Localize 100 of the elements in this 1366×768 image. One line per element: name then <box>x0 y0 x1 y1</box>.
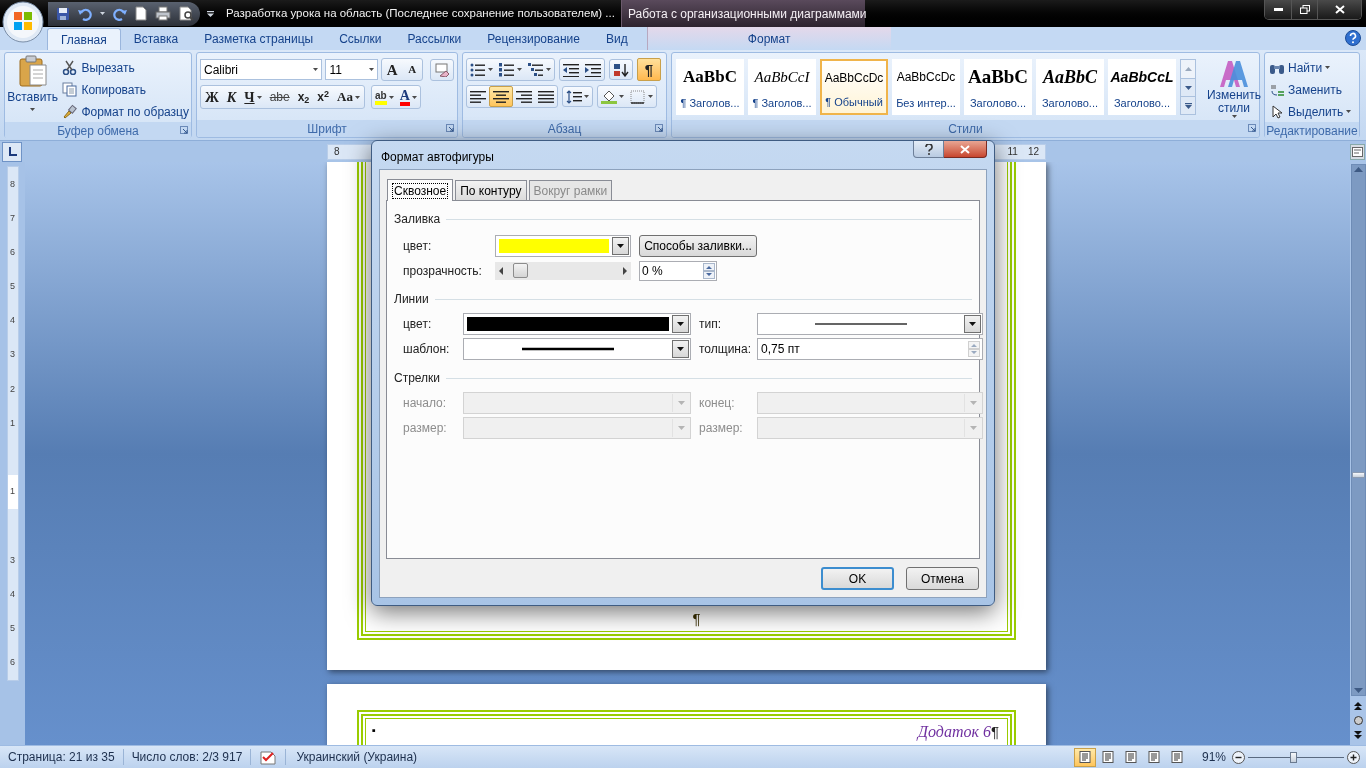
zoom-out-icon[interactable] <box>1232 750 1245 764</box>
editing-button[interactable]: Найти <box>1269 57 1355 78</box>
clipboard-button[interactable]: Формат по образцу <box>60 101 191 122</box>
caret-icon[interactable] <box>584 95 589 98</box>
help-icon[interactable] <box>1345 30 1361 46</box>
dialog-launcher-icon[interactable] <box>655 124 663 132</box>
format-button[interactable]: abe <box>265 86 294 108</box>
gallery-down-button[interactable] <box>1181 78 1195 96</box>
dialog-button[interactable]: OK <box>821 567 894 590</box>
dialog-tab[interactable]: Сквозное <box>387 179 454 201</box>
format-button[interactable]: Aa <box>333 86 364 108</box>
previous-page-icon[interactable] <box>1354 702 1362 710</box>
fill-color-dropdown[interactable] <box>495 235 631 257</box>
caret-icon[interactable] <box>517 68 522 71</box>
ribbon-tab[interactable]: Рецензирование <box>474 28 593 50</box>
ribbon-tab[interactable]: Вид <box>592 28 641 50</box>
show-marks-button[interactable]: ¶ <box>637 58 661 81</box>
align-button[interactable] <box>489 86 513 107</box>
clipboard-button[interactable]: Копировать <box>60 79 191 100</box>
clear-formatting-button[interactable] <box>430 58 454 81</box>
caret-icon[interactable] <box>546 68 551 71</box>
ribbon-tab[interactable]: Разметка страницы <box>191 28 327 50</box>
print-preview-icon[interactable] <box>179 6 194 21</box>
ribbon-tab[interactable]: Ссылки <box>326 28 395 50</box>
view-button[interactable] <box>1073 747 1096 767</box>
caret-icon[interactable] <box>354 95 360 99</box>
zoom-level[interactable]: 91% <box>1201 748 1226 766</box>
format-button[interactable]: x$_{2}$ <box>293 86 314 108</box>
highlight-button[interactable]: ab <box>371 86 397 108</box>
line-weight-field[interactable]: 0,75 пт <box>757 338 983 360</box>
caret-icon[interactable] <box>256 95 262 99</box>
caret-icon[interactable] <box>1231 115 1237 118</box>
caret-icon[interactable] <box>488 68 493 71</box>
line-style-dropdown[interactable] <box>463 338 691 360</box>
style-tile[interactable]: AaBbCcDc ¶ Обычный <box>820 59 888 115</box>
dash-type-dropdown[interactable] <box>757 313 983 335</box>
clipboard-button[interactable]: Вырезать <box>60 57 191 78</box>
print-icon[interactable] <box>155 6 171 21</box>
editing-button[interactable]: Заменить <box>1269 79 1355 100</box>
caret-icon[interactable] <box>30 108 36 111</box>
caret-icon[interactable] <box>1325 66 1331 69</box>
format-button[interactable]: x$^{2}$ <box>313 86 334 108</box>
dialog-button[interactable]: Отмена <box>906 567 979 590</box>
next-page-icon[interactable] <box>1354 731 1362 739</box>
ribbon-tab[interactable]: Вставка <box>120 28 192 50</box>
format-button[interactable]: Ч <box>240 86 266 108</box>
style-tile[interactable]: AaBbC ¶ Заголов... <box>676 59 744 115</box>
help-button[interactable] <box>913 141 944 158</box>
slider-thumb[interactable] <box>1289 751 1297 763</box>
dialog-tab[interactable]: По контуру <box>455 180 527 200</box>
dialog-launcher-icon[interactable] <box>446 124 454 132</box>
caret-icon[interactable] <box>619 95 624 98</box>
paste-button[interactable]: Вставить <box>5 53 61 122</box>
proofing-icon[interactable] <box>259 749 278 765</box>
spinner-icon[interactable] <box>703 263 715 279</box>
minimize-button[interactable] <box>1265 0 1291 19</box>
sort-button[interactable] <box>609 59 633 80</box>
restore-button[interactable] <box>1291 0 1317 19</box>
caret-icon[interactable] <box>411 95 417 99</box>
view-ruler-button[interactable] <box>1350 143 1365 160</box>
dialog-launcher-icon[interactable] <box>1248 124 1256 132</box>
tab-selector-button[interactable] <box>2 141 22 162</box>
undo-icon[interactable] <box>78 6 92 21</box>
slider-thumb[interactable] <box>513 263 529 278</box>
browse-object-icon[interactable] <box>1353 716 1363 725</box>
font-size-field[interactable]: 11 <box>325 59 379 80</box>
line-color-dropdown[interactable] <box>463 313 691 335</box>
close-button[interactable] <box>1317 0 1361 19</box>
vertical-scrollbar[interactable] <box>1350 164 1366 696</box>
font-color-button[interactable]: A <box>396 86 420 108</box>
word-count[interactable]: Число слов: 2/3 917 <box>123 748 251 766</box>
new-document-icon[interactable] <box>135 6 147 21</box>
grow-font-button[interactable]: A <box>382 59 403 80</box>
redo-icon[interactable] <box>113 6 127 21</box>
page-indicator[interactable]: Страница: 21 из 35 <box>0 748 123 766</box>
close-button[interactable] <box>944 141 987 158</box>
ribbon-tab[interactable]: Главная <box>47 28 121 50</box>
style-tile[interactable]: AaBbCcDc Без интер... <box>892 59 960 115</box>
shrink-font-button[interactable]: A <box>402 59 423 80</box>
caret-icon[interactable] <box>369 68 375 71</box>
format-button[interactable]: К <box>222 86 241 108</box>
caret-icon[interactable] <box>388 95 394 99</box>
style-tile[interactable]: AaBbC Заголово... <box>964 59 1032 115</box>
style-tile[interactable]: AaBbCcL Заголово... <box>1108 59 1176 115</box>
caret-icon[interactable] <box>100 12 105 15</box>
office-button-icon[interactable] <box>2 1 44 43</box>
format-button[interactable]: Ж <box>201 86 223 108</box>
ribbon-tab[interactable]: Рассылки <box>394 28 475 50</box>
caret-icon[interactable] <box>313 68 319 71</box>
customize-toolbar-icon[interactable] <box>206 10 214 17</box>
editing-button[interactable]: Выделить <box>1269 101 1355 122</box>
line-spacing-button[interactable] <box>562 86 593 107</box>
font-name-field[interactable]: Calibri <box>200 59 323 80</box>
caret-icon[interactable] <box>1346 110 1352 113</box>
zoom-slider[interactable] <box>1248 751 1344 763</box>
scrollbar-thumb[interactable] <box>1351 472 1365 478</box>
gallery-more-button[interactable] <box>1181 96 1195 114</box>
change-styles-button[interactable]: Изменить стили <box>1202 59 1266 118</box>
dialog-launcher-icon[interactable] <box>180 126 188 134</box>
language-indicator[interactable]: Украинский (Украина) <box>286 748 428 766</box>
